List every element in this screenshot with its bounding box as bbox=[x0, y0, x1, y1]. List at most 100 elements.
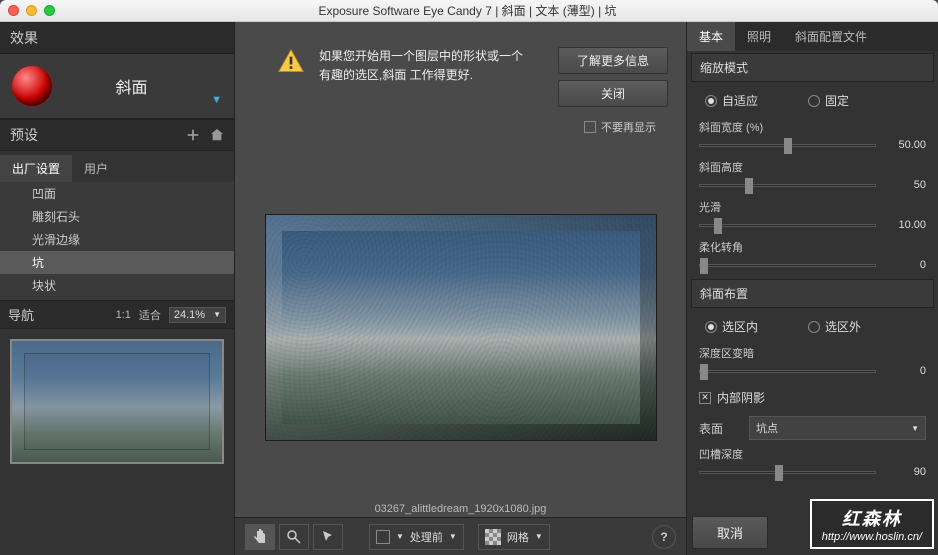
zoom-tool-button[interactable] bbox=[279, 524, 309, 550]
alert-text: 如果您开始用一个图层中的形状或一个有趣的选区,斜面 工作得更好. bbox=[319, 47, 544, 85]
tab-lighting[interactable]: 照明 bbox=[735, 22, 783, 51]
bevel-height-value[interactable]: 50 bbox=[884, 179, 926, 191]
checker-icon bbox=[485, 529, 501, 545]
soften-label: 柔化转角 bbox=[699, 239, 926, 255]
dont-show-row: 不要再显示 bbox=[235, 115, 686, 145]
watermark-url: http://www.hoslin.cn/ bbox=[822, 531, 922, 543]
grid-label: 网格 bbox=[507, 529, 529, 545]
preview-image[interactable] bbox=[266, 215, 656, 440]
bevel-height-slider[interactable] bbox=[699, 184, 876, 187]
radio-inside[interactable]: 选区内 bbox=[705, 318, 758, 335]
pointer-tool-button[interactable] bbox=[313, 524, 343, 550]
smooth-value[interactable]: 10.00 bbox=[884, 219, 926, 231]
before-label: 处理前 bbox=[410, 529, 443, 545]
scale-mode-header: 缩放模式 bbox=[691, 53, 934, 82]
filename-label: 03267_alittledream_1920x1080.jpg bbox=[235, 499, 686, 517]
dialog-buttons: 取消 bbox=[692, 516, 768, 549]
smooth-group: 光滑 10.00 bbox=[687, 197, 938, 237]
titlebar: Exposure Software Eye Candy 7 | 斜面 | 文本 … bbox=[0, 0, 938, 22]
preset-item[interactable]: 雕刻石头 bbox=[0, 205, 234, 228]
chevron-down-icon: ▼ bbox=[911, 424, 919, 433]
bevel-width-label: 斜面宽度 (%) bbox=[699, 119, 926, 135]
effects-header-label: 效果 bbox=[10, 28, 38, 48]
groove-slider[interactable] bbox=[699, 471, 876, 474]
surface-value: 坑点 bbox=[756, 420, 778, 436]
bevel-width-slider[interactable] bbox=[699, 144, 876, 147]
groove-label: 凹槽深度 bbox=[699, 446, 926, 462]
learn-more-button[interactable]: 了解更多信息 bbox=[558, 47, 668, 74]
chevron-down-icon: ▼ bbox=[211, 94, 222, 106]
preset-item[interactable]: 坑 bbox=[0, 251, 234, 274]
before-after-dropdown[interactable]: ▼ 处理前 ▼ bbox=[369, 524, 464, 550]
tab-basic[interactable]: 基本 bbox=[687, 22, 735, 51]
surface-row: 表面 坑点 ▼ bbox=[687, 412, 938, 444]
watermark-text: 红森林 bbox=[842, 505, 902, 531]
effect-icon bbox=[12, 66, 52, 106]
hand-tool-button[interactable] bbox=[245, 524, 275, 550]
preset-item[interactable]: 凹面 bbox=[0, 182, 234, 205]
tab-profile[interactable]: 斜面配置文件 bbox=[783, 22, 879, 51]
right-tabs: 基本 照明 斜面配置文件 bbox=[687, 22, 938, 51]
surface-select[interactable]: 坑点 ▼ bbox=[749, 416, 926, 440]
preset-item[interactable]: 块状 bbox=[0, 274, 234, 297]
chevron-down-icon: ▼ bbox=[449, 532, 457, 541]
inner-shadow-checkbox[interactable] bbox=[699, 392, 711, 404]
zoom-fit-button[interactable]: 适合 bbox=[139, 307, 161, 323]
home-icon[interactable] bbox=[210, 128, 224, 142]
radio-outside[interactable]: 选区外 bbox=[808, 318, 861, 335]
radio-icon bbox=[808, 95, 820, 107]
radio-fixed[interactable]: 固定 bbox=[808, 92, 849, 109]
placement-radios: 选区内 选区外 bbox=[687, 310, 938, 343]
effects-header: 效果 bbox=[0, 22, 234, 54]
radio-outside-label: 选区外 bbox=[825, 318, 861, 335]
navigator-thumbnail[interactable] bbox=[10, 339, 224, 464]
zoom-select[interactable]: 24.1% ▼ bbox=[169, 307, 226, 323]
navigator-header: 导航 1:1 适合 24.1%▼ bbox=[0, 300, 234, 329]
help-icon: ? bbox=[660, 530, 667, 544]
radio-adaptive-label: 自适应 bbox=[722, 92, 758, 109]
darken-value[interactable]: 0 bbox=[884, 365, 926, 377]
preset-item[interactable]: 光滑边缘 bbox=[0, 228, 234, 251]
groove-group: 凹槽深度 90 bbox=[687, 444, 938, 484]
center-panel: 如果您开始用一个图层中的形状或一个有趣的选区,斜面 工作得更好. 了解更多信息 … bbox=[235, 22, 686, 555]
darken-group: 深度区变暗 0 bbox=[687, 343, 938, 383]
alert-banner: 如果您开始用一个图层中的形状或一个有趣的选区,斜面 工作得更好. 了解更多信息 … bbox=[235, 22, 686, 115]
radio-adaptive[interactable]: 自适应 bbox=[705, 92, 758, 109]
radio-icon bbox=[705, 321, 717, 333]
bevel-width-value[interactable]: 50.00 bbox=[884, 139, 926, 151]
smooth-slider[interactable] bbox=[699, 224, 876, 227]
placement-header: 斜面布置 bbox=[691, 279, 934, 308]
tab-user-presets[interactable]: 用户 bbox=[72, 155, 120, 182]
chevron-down-icon: ▼ bbox=[396, 532, 404, 541]
inner-shadow-row: 内部阴影 bbox=[687, 383, 938, 412]
left-panel: 效果 斜面 ▼ 预设 出厂设置 用户 凹面 雕刻石头 光滑边缘 坑 块状 拉伸塑… bbox=[0, 22, 235, 555]
smooth-label: 光滑 bbox=[699, 199, 926, 215]
close-alert-button[interactable]: 关闭 bbox=[558, 80, 668, 107]
add-preset-icon[interactable] bbox=[186, 128, 200, 142]
preset-list[interactable]: 凹面 雕刻石头 光滑边缘 坑 块状 拉伸塑料 平的边缘 圆滑的边缘 bbox=[0, 182, 234, 300]
dont-show-checkbox[interactable] bbox=[584, 121, 596, 133]
grid-dropdown[interactable]: 网格 ▼ bbox=[478, 524, 550, 550]
effect-selector[interactable]: 斜面 ▼ bbox=[0, 54, 234, 119]
chevron-down-icon: ▼ bbox=[213, 310, 221, 319]
groove-value[interactable]: 90 bbox=[884, 466, 926, 478]
preset-tabs: 出厂设置 用户 bbox=[0, 151, 234, 182]
cancel-button[interactable]: 取消 bbox=[692, 516, 768, 549]
darken-slider[interactable] bbox=[699, 370, 876, 373]
effect-name: 斜面 bbox=[66, 74, 197, 98]
preview-area bbox=[235, 145, 686, 499]
zoom-1to1-button[interactable]: 1:1 bbox=[116, 309, 131, 321]
radio-inside-label: 选区内 bbox=[722, 318, 758, 335]
square-icon bbox=[376, 530, 390, 544]
soften-value[interactable]: 0 bbox=[884, 259, 926, 271]
zoom-value: 24.1% bbox=[174, 309, 205, 321]
right-panel: 基本 照明 斜面配置文件 缩放模式 自适应 固定 斜面宽度 (%) 50.00 … bbox=[686, 22, 938, 555]
window-title: Exposure Software Eye Candy 7 | 斜面 | 文本 … bbox=[5, 2, 930, 19]
presets-header: 预设 bbox=[0, 119, 234, 151]
radio-icon bbox=[808, 321, 820, 333]
tab-factory-presets[interactable]: 出厂设置 bbox=[0, 155, 72, 182]
navigator-preview bbox=[0, 329, 234, 555]
soften-slider[interactable] bbox=[699, 264, 876, 267]
darken-label: 深度区变暗 bbox=[699, 345, 926, 361]
help-button[interactable]: ? bbox=[652, 525, 676, 549]
